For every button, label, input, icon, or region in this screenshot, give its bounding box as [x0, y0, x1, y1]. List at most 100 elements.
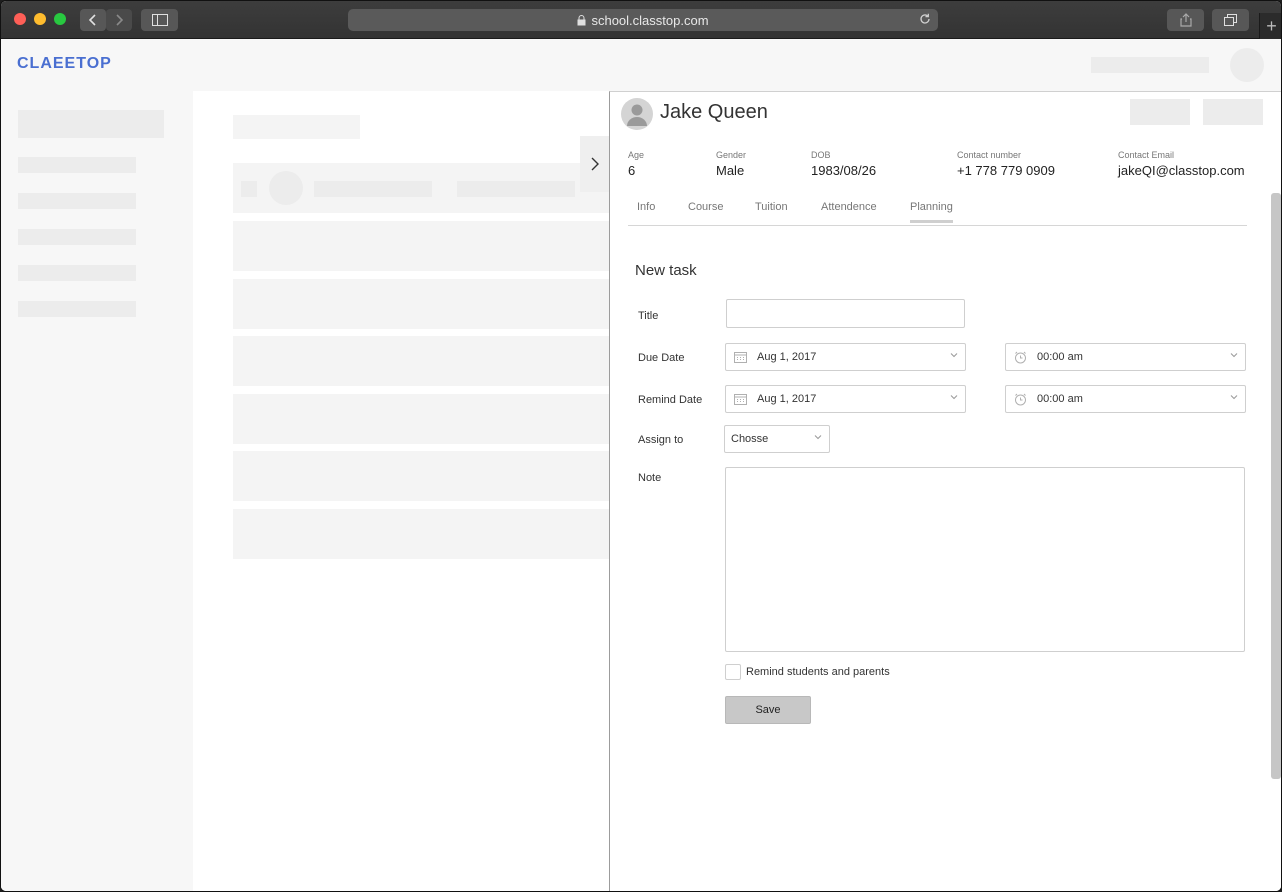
assign-to-select[interactable]: Chosse	[724, 425, 830, 453]
tab-planning[interactable]: Planning	[910, 201, 953, 223]
new-tab-button[interactable]: +	[1259, 13, 1281, 39]
share-icon	[1179, 13, 1192, 27]
save-button[interactable]: Save	[725, 696, 811, 724]
chevron-left-icon	[88, 14, 96, 26]
browser-titlebar: school.classtop.com +	[1, 1, 1281, 39]
sidebar-placeholder	[18, 193, 136, 209]
user-icon	[627, 104, 647, 126]
info-dob: DOB 1983/08/26	[811, 150, 876, 178]
sidebar-toggle-button[interactable]	[141, 9, 178, 31]
title-input[interactable]	[726, 299, 965, 328]
remind-checkbox[interactable]	[725, 664, 741, 680]
clock-icon	[1015, 351, 1026, 364]
info-contact-email: Contact Email jakeQI@classtop.com	[1118, 150, 1245, 178]
info-age: Age 6	[628, 150, 644, 178]
chevron-down-icon	[950, 395, 958, 400]
close-window-button[interactable]	[14, 13, 26, 25]
student-name: Jake Queen	[660, 101, 768, 123]
tab-course[interactable]: Course	[688, 201, 723, 222]
calendar-icon	[734, 394, 747, 405]
forward-button[interactable]	[106, 9, 132, 31]
row-placeholder	[457, 181, 575, 197]
due-date-value: Aug 1, 2017	[757, 351, 817, 363]
list-placeholder	[233, 336, 609, 386]
chevron-down-icon	[1230, 395, 1238, 400]
due-date-picker[interactable]: Aug 1, 2017	[725, 343, 966, 371]
chevron-down-icon	[814, 435, 822, 440]
header-placeholder	[1091, 57, 1209, 73]
sidebar-placeholder	[18, 265, 136, 281]
app-logo[interactable]: CLAEETOP	[17, 55, 112, 73]
sidebar	[1, 91, 193, 891]
list-placeholder	[233, 221, 609, 271]
due-time-picker[interactable]: 00:00 am	[1005, 343, 1246, 371]
info-value: 1983/08/26	[811, 163, 877, 178]
maximize-window-button[interactable]	[54, 13, 66, 25]
chevron-right-icon	[116, 14, 124, 26]
action-button[interactable]	[1130, 99, 1190, 125]
row-placeholder	[314, 181, 432, 197]
assign-to-label: Assign to	[638, 434, 684, 446]
lock-icon	[577, 14, 586, 25]
info-gender: Gender Male	[716, 150, 746, 178]
remind-date-picker[interactable]: Aug 1, 2017	[725, 385, 966, 413]
panel-scrollbar[interactable]	[1271, 193, 1281, 779]
remind-time-picker[interactable]: 00:00 am	[1005, 385, 1246, 413]
app-header: CLAEETOP	[1, 39, 1281, 91]
chevron-down-icon	[1230, 353, 1238, 358]
chevron-right-icon	[591, 157, 599, 171]
tabs-icon	[1223, 14, 1237, 26]
remind-date-label: Remind Date	[638, 394, 703, 406]
assign-to-value: Chosse	[731, 433, 769, 445]
form-title: New task	[635, 262, 697, 279]
action-button[interactable]	[1203, 99, 1263, 125]
info-label: Contact number	[957, 150, 1022, 160]
info-label: DOB	[811, 150, 831, 160]
list-placeholder	[233, 163, 609, 213]
list-placeholder	[233, 509, 609, 559]
sidebar-placeholder	[18, 301, 136, 317]
tab-attendence[interactable]: Attendence	[821, 201, 877, 222]
info-value: +1 778 779 0909	[957, 163, 1055, 178]
list-placeholder	[233, 451, 609, 501]
reload-icon[interactable]	[918, 12, 932, 26]
chevron-down-icon	[950, 353, 958, 358]
back-button[interactable]	[80, 9, 106, 31]
title-label: Title	[638, 310, 659, 322]
info-label: Gender	[716, 150, 747, 160]
due-date-label: Due Date	[638, 352, 685, 364]
tabs-overview-button[interactable]	[1212, 9, 1249, 31]
list-placeholder	[233, 279, 609, 329]
note-label: Note	[638, 472, 662, 484]
info-value: Male	[716, 163, 745, 178]
address-bar[interactable]: school.classtop.com	[348, 9, 938, 31]
sidebar-placeholder	[18, 110, 164, 138]
list-placeholder	[233, 394, 609, 444]
info-label: Age	[628, 150, 645, 160]
info-contact-number: Contact number +1 778 779 0909	[957, 150, 1055, 178]
note-textarea[interactable]	[725, 467, 1245, 652]
row-placeholder	[241, 181, 257, 197]
clock-icon	[1015, 393, 1026, 406]
address-url: school.classtop.com	[591, 12, 709, 28]
browser-window: school.classtop.com + CLAEETOP Jake Quee…	[0, 0, 1282, 892]
info-label: Contact Email	[1118, 150, 1175, 160]
remind-time-value: 00:00 am	[1037, 393, 1083, 405]
sidebar-placeholder	[18, 157, 136, 173]
minimize-window-button[interactable]	[34, 13, 46, 25]
tab-info[interactable]: Info	[637, 201, 655, 222]
due-time-value: 00:00 am	[1037, 351, 1083, 363]
remind-date-value: Aug 1, 2017	[757, 393, 817, 405]
student-detail-panel: Jake Queen Age 6 Gender Male DOB 1983/08…	[609, 91, 1281, 891]
student-avatar	[621, 98, 653, 130]
tab-tuition[interactable]: Tuition	[755, 201, 788, 222]
sidebar-placeholder	[18, 229, 136, 245]
info-value: jakeQI@classtop.com	[1118, 163, 1245, 178]
user-avatar[interactable]	[1230, 48, 1264, 82]
detail-tabs: Info Course Tuition Attendence Planning	[628, 196, 1247, 226]
sidebar-icon	[151, 14, 168, 26]
share-button[interactable]	[1167, 9, 1204, 31]
panel-collapse-button[interactable]	[580, 136, 610, 192]
app-root: CLAEETOP Jake Queen Age 6 Gender Male DO…	[1, 39, 1281, 891]
remind-checkbox-label[interactable]: Remind students and parents	[746, 666, 890, 678]
